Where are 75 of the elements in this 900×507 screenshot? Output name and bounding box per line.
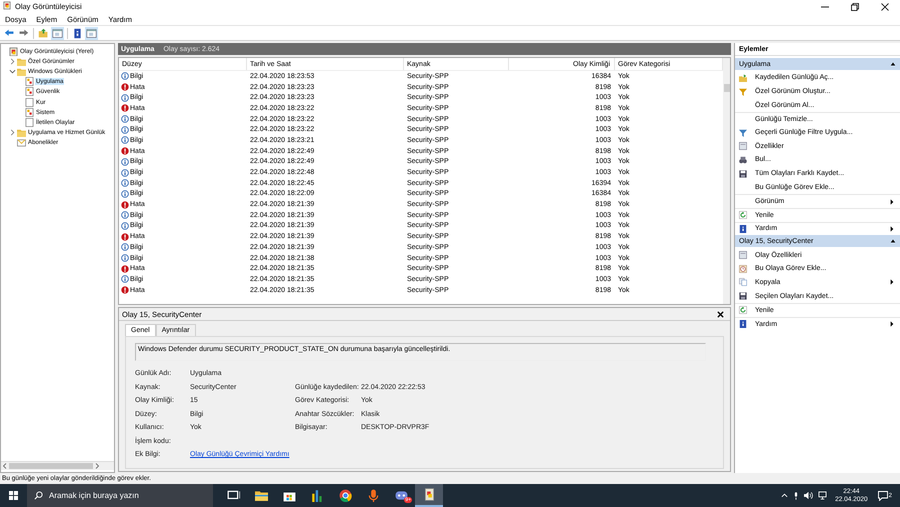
task-view-icon[interactable] bbox=[226, 489, 240, 502]
chevron-right-icon[interactable] bbox=[9, 129, 16, 136]
forward-arrow-icon[interactable] bbox=[18, 28, 29, 38]
event-log-icon bbox=[9, 46, 18, 56]
info-icon bbox=[121, 126, 129, 134]
subscription-icon bbox=[17, 138, 26, 148]
network-icon[interactable] bbox=[818, 491, 828, 500]
folder-icon bbox=[17, 56, 26, 66]
help-book-icon bbox=[739, 224, 747, 233]
search-icon bbox=[34, 491, 43, 500]
browser-icon[interactable] bbox=[338, 489, 352, 502]
info-icon bbox=[121, 275, 129, 284]
info-icon bbox=[121, 136, 129, 144]
microphone-icon[interactable] bbox=[793, 492, 800, 500]
refresh-icon bbox=[739, 211, 747, 220]
log-icon bbox=[25, 77, 34, 86]
vertical-scrollbar[interactable] bbox=[723, 58, 730, 304]
collapse-icon[interactable] bbox=[890, 238, 896, 244]
info-icon bbox=[121, 158, 129, 166]
scroll-right-icon[interactable] bbox=[93, 462, 101, 470]
error-icon bbox=[121, 104, 129, 112]
info-icon bbox=[121, 190, 129, 198]
close-icon[interactable] bbox=[880, 2, 890, 12]
log-icon bbox=[25, 98, 34, 107]
speaker-icon[interactable] bbox=[804, 491, 814, 500]
info-icon bbox=[121, 94, 129, 102]
copy-icon bbox=[739, 278, 747, 286]
folder-icon bbox=[17, 66, 26, 76]
info-icon bbox=[121, 115, 129, 124]
back-arrow-icon[interactable] bbox=[4, 28, 15, 38]
search-field[interactable]: Aramak için buraya yazın bbox=[27, 484, 213, 507]
close-icon[interactable] bbox=[717, 310, 724, 318]
folder-icon bbox=[17, 128, 26, 138]
error-icon bbox=[121, 200, 129, 209]
info-icon bbox=[121, 168, 129, 177]
collapse-icon[interactable] bbox=[890, 61, 896, 67]
info-icon bbox=[121, 254, 129, 262]
maximize-icon[interactable] bbox=[850, 2, 860, 12]
scroll-left-icon[interactable] bbox=[1, 462, 9, 470]
folder-icon bbox=[739, 74, 747, 82]
help-book-icon bbox=[739, 320, 747, 328]
windows-start-icon[interactable] bbox=[9, 491, 18, 500]
properties-icon bbox=[739, 251, 747, 260]
chevron-right-icon[interactable] bbox=[9, 58, 16, 65]
help-book-icon[interactable] bbox=[72, 28, 83, 38]
funnel-icon bbox=[739, 88, 747, 96]
app-icon bbox=[3, 1, 11, 10]
error-icon bbox=[121, 147, 129, 156]
bar-chart-app-icon[interactable] bbox=[310, 489, 324, 502]
notification-icon[interactable] bbox=[878, 490, 888, 500]
clock-task-icon bbox=[739, 264, 747, 273]
folder-icon[interactable] bbox=[254, 489, 268, 502]
info-icon bbox=[121, 222, 129, 230]
refresh-icon bbox=[739, 306, 747, 314]
error-icon bbox=[121, 232, 129, 241]
chevron-up-icon[interactable] bbox=[781, 492, 788, 499]
error-icon bbox=[121, 83, 129, 92]
info-icon bbox=[121, 211, 129, 220]
log-icon bbox=[25, 118, 34, 127]
game-controller-icon[interactable] bbox=[394, 489, 408, 502]
properties-icon bbox=[739, 142, 747, 150]
funnel-icon bbox=[739, 128, 747, 137]
error-icon bbox=[121, 286, 129, 294]
info-icon bbox=[121, 243, 129, 252]
log-icon bbox=[25, 108, 34, 117]
binoculars-icon bbox=[739, 156, 747, 164]
log-icon bbox=[25, 87, 34, 96]
error-icon bbox=[121, 264, 129, 273]
panel-icon[interactable] bbox=[86, 28, 97, 38]
info-icon bbox=[121, 72, 129, 80]
event-log-icon[interactable] bbox=[422, 488, 436, 501]
panel-icon[interactable] bbox=[52, 28, 63, 38]
horizontal-scrollbar[interactable] bbox=[1, 461, 114, 470]
chevron-down-icon[interactable] bbox=[9, 68, 16, 75]
info-icon bbox=[121, 179, 129, 188]
